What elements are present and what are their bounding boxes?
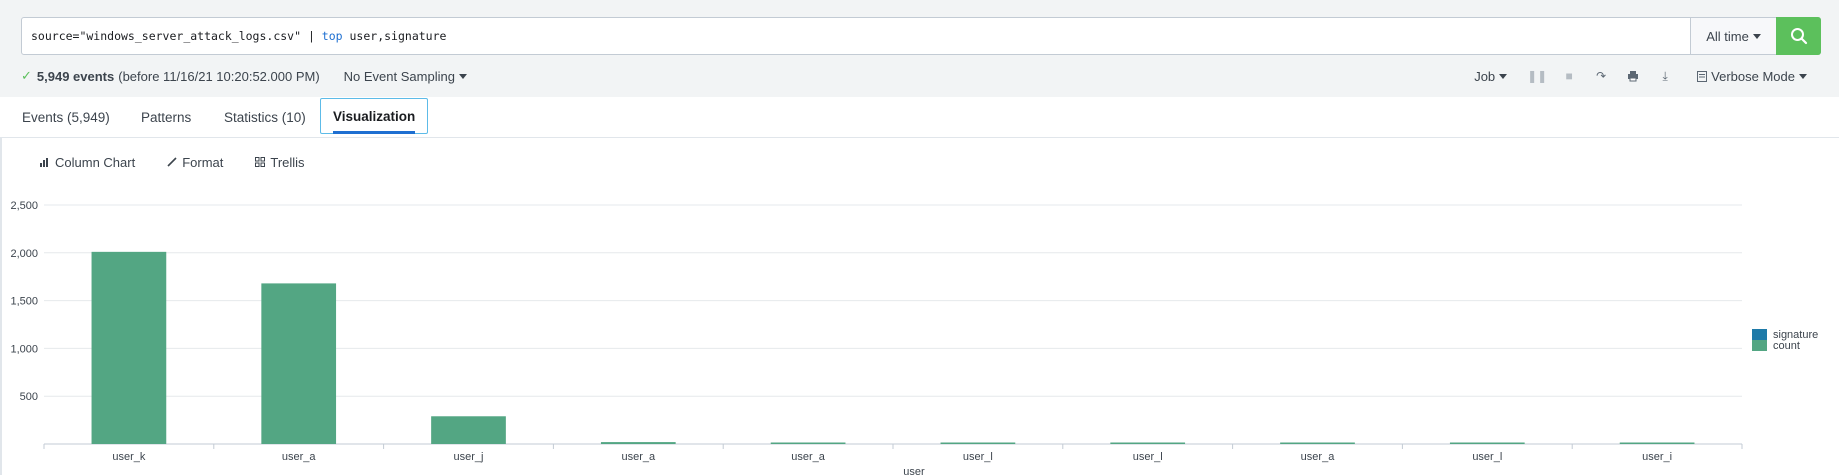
format-label: Format: [182, 154, 224, 170]
legend-swatch[interactable]: [1752, 329, 1767, 340]
x-tick-label: user_a: [282, 451, 317, 463]
grid-icon: [255, 157, 266, 167]
search-input[interactable]: source="windows_server_attack_logs.csv" …: [22, 18, 1690, 54]
x-tick-label: user_l: [1133, 451, 1163, 463]
column-chart: 500 1,000 1,500 2,000 2,500 user_k user_a user_…: [10, 200, 1818, 475]
pencil-icon: [167, 157, 177, 167]
tab-patterns[interactable]: Patterns: [141, 97, 191, 137]
stop-icon[interactable]: ■: [1561, 68, 1577, 84]
chevron-down-icon: [1799, 73, 1807, 79]
bar[interactable]: [1619, 442, 1695, 445]
trellis-button[interactable]: Trellis: [255, 154, 305, 170]
bar[interactable]: [1449, 442, 1525, 445]
chevron-down-icon: [1499, 73, 1508, 79]
bar[interactable]: [1110, 442, 1186, 445]
event-sampling-dropdown[interactable]: No Event Sampling: [344, 69, 467, 84]
x-tick-label: user_i: [1642, 451, 1672, 463]
x-tick-label: user_k: [112, 451, 146, 463]
checkmark-icon: ✓: [21, 68, 32, 83]
y-tick-label: 2,500: [10, 200, 38, 212]
event-time: (before 11/16/21 10:20:52.000 PM): [118, 68, 320, 84]
time-range-label: All time: [1706, 28, 1749, 44]
chevron-down-icon: [458, 73, 467, 79]
pause-icon[interactable]: ❚❚: [1527, 68, 1547, 84]
bar[interactable]: [91, 251, 167, 444]
event-sampling-label: No Event Sampling: [343, 68, 455, 84]
bar[interactable]: [431, 416, 506, 444]
job-label: Job: [1474, 68, 1496, 84]
tab-events[interactable]: Events (5,949): [22, 97, 110, 137]
search-icon: [1790, 28, 1807, 45]
search-mode-menu[interactable]: Verbose Mode: [1697, 69, 1807, 84]
chevron-down-icon: [1752, 33, 1761, 39]
y-tick-label: 2,000: [10, 248, 38, 260]
y-tick-label: 500: [20, 391, 38, 403]
chart-type-button[interactable]: Column Chart: [40, 155, 135, 170]
query-suffix: user,signature: [342, 29, 447, 43]
tab-statistics[interactable]: Statistics (10): [224, 97, 306, 137]
bar[interactable]: [261, 283, 337, 444]
search-header: source="windows_server_attack_logs.csv" …: [0, 0, 1839, 97]
y-tick-label: 1,500: [10, 296, 38, 308]
search-bar: source="windows_server_attack_logs.csv" …: [21, 17, 1821, 55]
chart-type-label: Column Chart: [55, 154, 136, 170]
job-status: ✓ 5,949 events (before 11/16/21 10:20:52…: [21, 66, 467, 86]
x-tick-label: user_l: [1472, 451, 1502, 463]
tab-visualization-label: Visualization: [333, 108, 416, 124]
x-tick-label: user_a: [791, 451, 826, 463]
bar[interactable]: [600, 442, 676, 444]
legend-label[interactable]: count: [1773, 340, 1800, 352]
export-icon[interactable]: ⤓: [1657, 68, 1673, 84]
y-tick-label: 1,000: [10, 343, 38, 355]
bar-chart-icon: [40, 158, 48, 167]
bar[interactable]: [1280, 442, 1355, 445]
share-icon[interactable]: ↷: [1593, 68, 1609, 84]
format-button[interactable]: Format: [167, 155, 223, 170]
visualization-toolbar: Column Chart Format Trellis: [40, 152, 305, 172]
job-controls: Job ❚❚ ■ ↷ ⤓ Verbose Mode: [1474, 66, 1807, 86]
search-mode-label: Verbose Mode: [1711, 68, 1795, 84]
print-icon[interactable]: [1625, 68, 1641, 84]
query-prefix: source="windows_server_attack_logs.csv" …: [31, 29, 322, 43]
legend-swatch[interactable]: [1752, 340, 1767, 351]
x-tick-label: user_a: [1301, 451, 1336, 463]
time-range-picker[interactable]: All time: [1690, 18, 1776, 54]
trellis-label: Trellis: [270, 154, 305, 170]
query-keyword: top: [321, 29, 343, 43]
results-tabs: Events (5,949) Patterns Statistics (10) …: [0, 97, 1839, 138]
x-axis-title: user: [903, 466, 925, 475]
x-tick-label: user_l: [963, 451, 993, 463]
job-menu[interactable]: Job: [1474, 68, 1508, 84]
event-count: 5,949 events: [36, 68, 115, 84]
bar[interactable]: [940, 442, 1016, 445]
search-button[interactable]: [1776, 17, 1821, 55]
tab-visualization[interactable]: Visualization: [320, 98, 429, 134]
mode-icon: [1697, 70, 1708, 82]
x-tick-label: user_j: [454, 451, 484, 463]
x-tick-label: user_a: [621, 451, 656, 463]
bar[interactable]: [770, 442, 846, 445]
